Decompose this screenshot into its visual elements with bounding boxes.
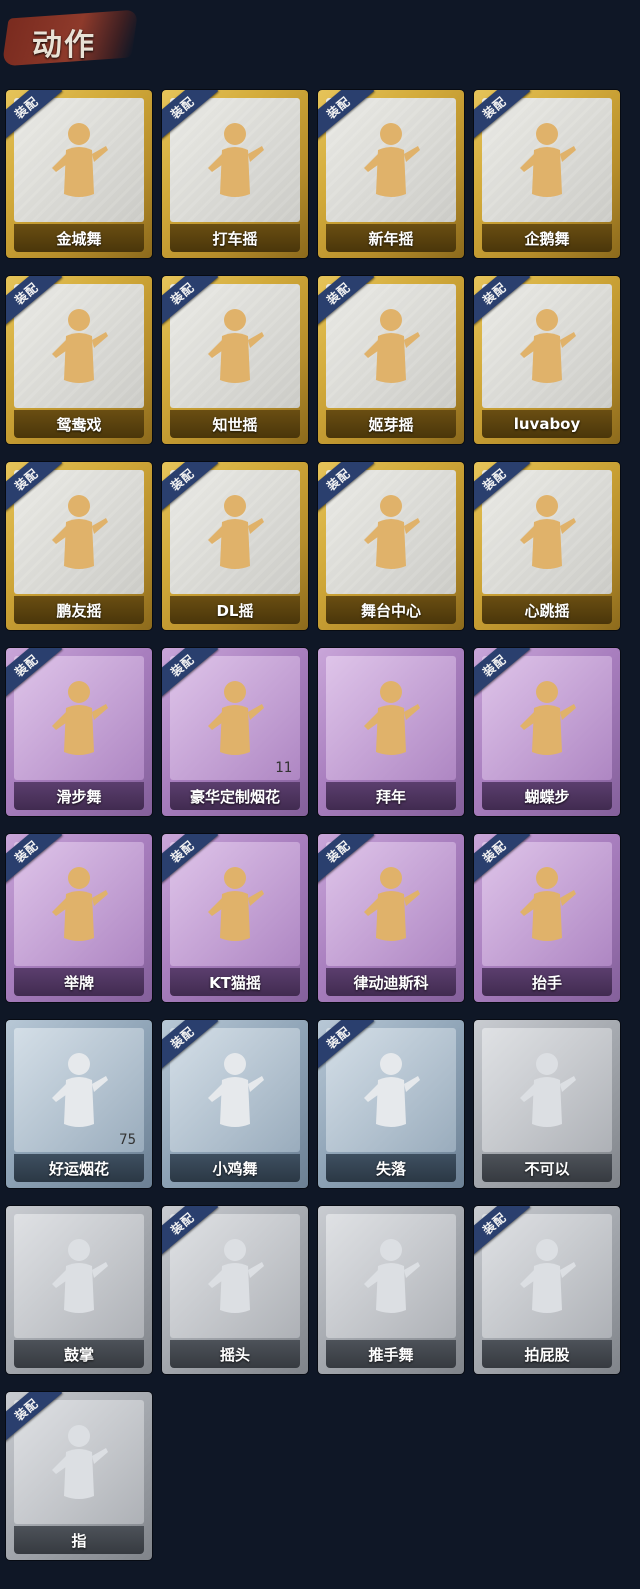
emote-card[interactable]: 打车摇 装配	[162, 90, 308, 258]
emote-figure-icon	[208, 1239, 264, 1313]
emote-figure-icon	[52, 1425, 108, 1499]
emote-name: 律动迪斯科	[326, 968, 456, 996]
emote-figure-icon	[52, 495, 108, 569]
emote-figure-icon	[520, 1239, 576, 1313]
emote-name: 姬芽摇	[326, 410, 456, 438]
emote-figure-icon	[364, 681, 420, 755]
emote-card[interactable]: 拜年	[318, 648, 464, 816]
emote-card[interactable]: 律动迪斯科 装配	[318, 834, 464, 1002]
emote-name: 拍屁股	[482, 1340, 612, 1368]
emote-card[interactable]: 舞台中心 装配	[318, 462, 464, 630]
emote-card[interactable]: 企鹅舞 装配	[474, 90, 620, 258]
emote-figure-icon	[208, 495, 264, 569]
item-count: 11	[275, 760, 292, 776]
emote-name: 豪华定制烟花	[170, 782, 300, 810]
emote-name: 推手舞	[326, 1340, 456, 1368]
emote-card[interactable]: 新年摇 装配	[318, 90, 464, 258]
emote-figure-icon	[520, 1053, 576, 1127]
emote-figure-icon	[208, 681, 264, 755]
emote-figure-icon	[364, 495, 420, 569]
emote-figure-icon	[520, 123, 576, 197]
emote-figure-icon	[52, 681, 108, 755]
emote-card[interactable]: 姬芽摇 装配	[318, 276, 464, 444]
emote-name: 抬手	[482, 968, 612, 996]
emote-card[interactable]: 75 好运烟花	[6, 1020, 152, 1188]
emote-card[interactable]: 拍屁股 装配	[474, 1206, 620, 1374]
emote-figure-icon	[520, 681, 576, 755]
emote-figure-icon	[364, 309, 420, 383]
emote-figure-icon	[208, 123, 264, 197]
emote-card[interactable]: 不可以	[474, 1020, 620, 1188]
emote-name: 鸳鸯戏	[14, 410, 144, 438]
emote-name: KT猫摇	[170, 968, 300, 996]
emote-card[interactable]: 举牌 装配	[6, 834, 152, 1002]
item-count: 75	[119, 1132, 136, 1148]
emote-card[interactable]: 推手舞	[318, 1206, 464, 1374]
emote-figure-icon	[364, 1239, 420, 1313]
emote-card[interactable]: 抬手 装配	[474, 834, 620, 1002]
emote-name: 小鸡舞	[170, 1154, 300, 1182]
emote-name: luvaboy	[482, 410, 612, 438]
emote-card[interactable]: 鹏友摇 装配	[6, 462, 152, 630]
emote-name: 滑步舞	[14, 782, 144, 810]
emote-card[interactable]: 失落 装配	[318, 1020, 464, 1188]
emote-name: 好运烟花	[14, 1154, 144, 1182]
emote-card[interactable]: 滑步舞 装配	[6, 648, 152, 816]
emote-figure-icon	[52, 1239, 108, 1313]
emote-card[interactable]: DL摇 装配	[162, 462, 308, 630]
emote-figure-icon	[52, 123, 108, 197]
emote-card[interactable]: KT猫摇 装配	[162, 834, 308, 1002]
emote-figure-icon	[208, 309, 264, 383]
emote-figure-icon	[52, 1053, 108, 1127]
emote-figure-icon	[52, 867, 108, 941]
emote-name: 摇头	[170, 1340, 300, 1368]
emote-card[interactable]: 心跳摇 装配	[474, 462, 620, 630]
emote-figure-icon	[520, 867, 576, 941]
emote-name: 新年摇	[326, 224, 456, 252]
emote-grid: 金城舞 装配 打车摇 装配 新年摇 装配 企鹅舞 装配 鸳鸯戏 装配 知世摇 装配 姬芽摇 装配 luvab…	[0, 0, 640, 1589]
emote-card[interactable]: 指装配	[6, 1392, 152, 1560]
emote-figure-icon	[208, 1053, 264, 1127]
emote-figure-icon	[364, 867, 420, 941]
emote-name: 举牌	[14, 968, 144, 996]
emote-name: 舞台中心	[326, 596, 456, 624]
emote-card[interactable]: 蝴蝶步 装配	[474, 648, 620, 816]
emote-card[interactable]: 金城舞 装配	[6, 90, 152, 258]
emote-name: 失落	[326, 1154, 456, 1182]
emote-name: 企鹅舞	[482, 224, 612, 252]
emote-card[interactable]: 知世摇 装配	[162, 276, 308, 444]
emote-figure-icon	[208, 867, 264, 941]
emote-card[interactable]: 小鸡舞 装配	[162, 1020, 308, 1188]
emote-figure-icon	[364, 1053, 420, 1127]
emote-name: 拜年	[326, 782, 456, 810]
emote-name: 鼓掌	[14, 1340, 144, 1368]
emote-card[interactable]: 鸳鸯戏 装配	[6, 276, 152, 444]
emote-name: 蝴蝶步	[482, 782, 612, 810]
emote-figure-icon	[52, 309, 108, 383]
emote-name: 心跳摇	[482, 596, 612, 624]
emote-card[interactable]: luvaboy 装配	[474, 276, 620, 444]
emote-name: 金城舞	[14, 224, 144, 252]
emote-figure-icon	[520, 495, 576, 569]
emote-name: 不可以	[482, 1154, 612, 1182]
emote-card[interactable]: 11 豪华定制烟花 装配	[162, 648, 308, 816]
emote-figure-icon	[520, 309, 576, 383]
emote-name: 知世摇	[170, 410, 300, 438]
emote-card[interactable]: 鼓掌	[6, 1206, 152, 1374]
emote-card[interactable]: 摇头 装配	[162, 1206, 308, 1374]
emote-name: DL摇	[170, 596, 300, 624]
emote-figure-icon	[364, 123, 420, 197]
emote-name: 鹏友摇	[14, 596, 144, 624]
emote-name: 指	[14, 1526, 144, 1554]
emote-name: 打车摇	[170, 224, 300, 252]
